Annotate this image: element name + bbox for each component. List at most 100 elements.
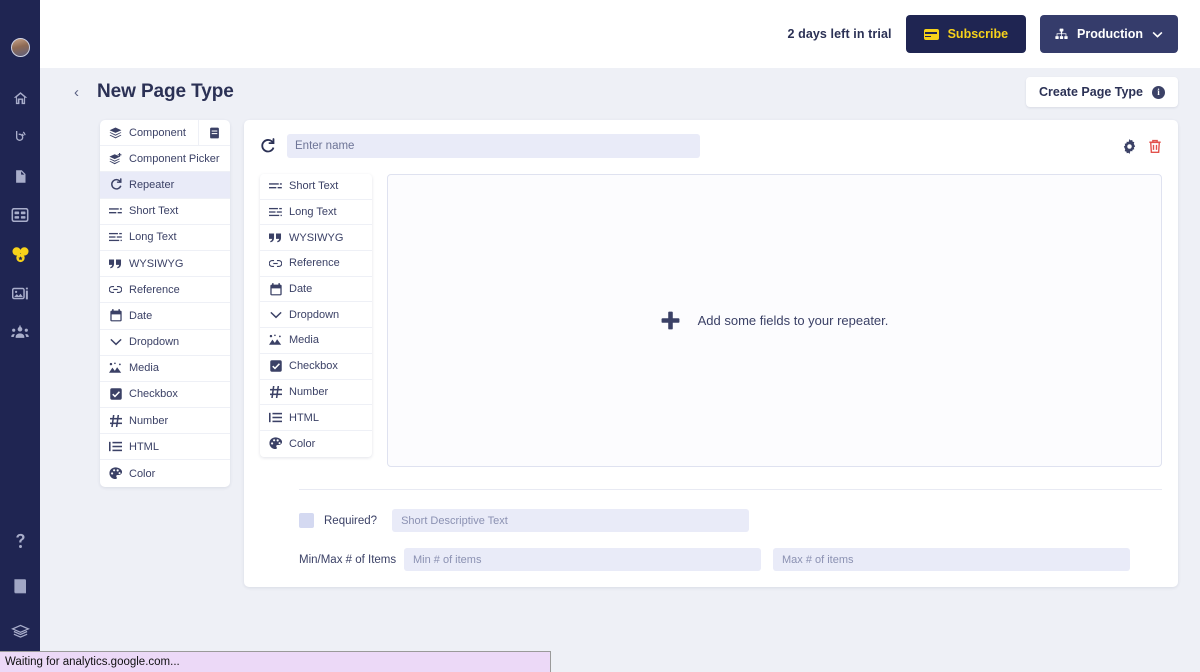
- palette-item-label: Color: [129, 467, 156, 480]
- field-item-long-text[interactable]: Long Text: [260, 200, 372, 226]
- repeat-icon: [260, 138, 276, 154]
- field-item-label: Media: [289, 334, 319, 347]
- chevron-down-icon: [1152, 31, 1163, 38]
- main-region: 2 days left in trial Subscribe Productio…: [40, 0, 1200, 672]
- field-item-label: Checkbox: [289, 360, 338, 373]
- field-item-media[interactable]: Media: [260, 328, 372, 354]
- calendar-icon: [109, 309, 122, 322]
- stack-icon: [109, 127, 122, 139]
- repeater-dropzone[interactable]: Add some fields to your repeater.: [387, 174, 1162, 467]
- palette-item-component[interactable]: Component: [100, 120, 230, 147]
- palette-item-reference[interactable]: Reference: [100, 277, 230, 304]
- book-icon[interactable]: [5, 571, 35, 601]
- palette-item-short-text[interactable]: Short Text: [100, 199, 230, 225]
- field-item-reference[interactable]: Reference: [260, 251, 372, 277]
- palette-item-html[interactable]: HTML: [100, 434, 230, 461]
- create-page-type-button[interactable]: Create Page Type i: [1026, 77, 1178, 107]
- quote-icon: [269, 233, 282, 243]
- gear-icon[interactable]: [1122, 138, 1137, 154]
- repeater-settings-form: Required? Min/Max # of Items: [260, 509, 1162, 571]
- sidebar-item-layouts[interactable]: [5, 200, 35, 230]
- palette-item-label: Checkbox: [129, 388, 178, 401]
- required-checkbox[interactable]: [299, 513, 314, 528]
- palette-item-dropdown[interactable]: Dropdown: [100, 330, 230, 356]
- field-item-label: Reference: [289, 257, 340, 270]
- palette-item-wysiwyg[interactable]: WYSIWYG: [100, 251, 230, 278]
- quote-icon: [109, 259, 122, 269]
- palette-item-label: Date: [129, 309, 153, 322]
- field-item-number[interactable]: Number: [260, 380, 372, 406]
- palette-item-label: WYSIWYG: [129, 257, 184, 270]
- link-icon: [269, 259, 282, 268]
- body-area: Component Component Picker Repeater Shor…: [40, 116, 1200, 672]
- info-icon[interactable]: i: [1152, 85, 1165, 99]
- palette-item-media[interactable]: Media: [100, 356, 230, 382]
- sitemap-icon: [1055, 28, 1068, 40]
- avatar[interactable]: [10, 38, 30, 57]
- palette-item-repeater[interactable]: Repeater: [100, 172, 230, 199]
- palette-item-label: Component: [129, 126, 186, 139]
- sidebar-item-components[interactable]: [5, 239, 35, 269]
- environment-label: Production: [1077, 27, 1143, 41]
- list-icon: [269, 412, 282, 423]
- palette-item-component-picker[interactable]: Component Picker: [100, 146, 230, 173]
- palette-item-label: Number: [129, 414, 169, 427]
- chevron-down-icon: [109, 338, 122, 346]
- back-button[interactable]: ‹: [74, 85, 79, 100]
- status-text: Waiting for analytics.google.com...: [5, 656, 180, 668]
- stack-plus-icon: [109, 152, 122, 165]
- palette-icon: [269, 437, 282, 450]
- top-bar: 2 days left in trial Subscribe Productio…: [40, 0, 1200, 68]
- trash-icon[interactable]: [1148, 139, 1162, 154]
- field-item-checkbox[interactable]: Checkbox: [260, 354, 372, 380]
- field-item-label: Long Text: [289, 206, 337, 219]
- palette-item-color[interactable]: Color: [100, 460, 230, 486]
- sidebar-item-users[interactable]: [5, 317, 35, 347]
- trial-status-text: 2 days left in trial: [787, 27, 892, 41]
- palette-item-label: Reference: [129, 283, 180, 296]
- palette-item-label: Short Text: [129, 205, 179, 218]
- repeater-editor-card: Short Text Long Text WYSIW: [244, 120, 1178, 587]
- field-item-date[interactable]: Date: [260, 277, 372, 303]
- checkbox-icon: [269, 360, 282, 372]
- help-icon[interactable]: [5, 526, 35, 556]
- repeater-name-input[interactable]: [287, 134, 700, 158]
- field-item-wysiwyg[interactable]: WYSIWYG: [260, 225, 372, 252]
- app-root: 2 days left in trial Subscribe Productio…: [0, 0, 1200, 672]
- component-library-badge[interactable]: [198, 120, 230, 146]
- dropzone-text: Add some fields to your repeater.: [697, 313, 889, 328]
- palette-item-label: Repeater: [129, 178, 175, 191]
- card-middle: Short Text Long Text WYSIWYG Reference D…: [260, 174, 1162, 467]
- repeat-icon: [109, 178, 122, 191]
- layers-icon[interactable]: [5, 616, 35, 646]
- hash-icon: [109, 414, 122, 427]
- field-item-label: Color: [289, 437, 316, 450]
- minmax-row: Min/Max # of Items: [299, 548, 1162, 571]
- palette-item-date[interactable]: Date: [100, 303, 230, 330]
- field-item-short-text[interactable]: Short Text: [260, 174, 372, 200]
- palette-item-long-text[interactable]: Long Text: [100, 225, 230, 251]
- max-items-input[interactable]: [773, 548, 1130, 571]
- palette-item-number[interactable]: Number: [100, 408, 230, 435]
- field-item-color[interactable]: Color: [260, 431, 372, 457]
- sidebar-item-media[interactable]: [5, 278, 35, 308]
- environment-selector[interactable]: Production: [1040, 15, 1178, 53]
- sidebar-item-home[interactable]: [5, 83, 35, 113]
- short-text-icon: [109, 207, 122, 216]
- descriptive-text-input[interactable]: [392, 509, 750, 532]
- required-label: Required?: [324, 514, 378, 527]
- image-icon: [109, 362, 122, 374]
- sidebar-item-broadcast[interactable]: [5, 122, 35, 152]
- image-icon: [269, 334, 282, 346]
- sidebar-item-pages[interactable]: [5, 161, 35, 191]
- field-item-label: Date: [289, 283, 313, 296]
- min-items-input[interactable]: [404, 548, 761, 571]
- field-item-html[interactable]: HTML: [260, 405, 372, 431]
- field-item-dropdown[interactable]: Dropdown: [260, 302, 372, 329]
- palette-item-checkbox[interactable]: Checkbox: [100, 382, 230, 409]
- subscribe-button[interactable]: Subscribe: [905, 15, 1027, 53]
- calendar-icon: [269, 282, 282, 296]
- credit-card-icon: [923, 28, 939, 40]
- field-item-label: Dropdown: [289, 308, 340, 321]
- hash-icon: [269, 385, 282, 398]
